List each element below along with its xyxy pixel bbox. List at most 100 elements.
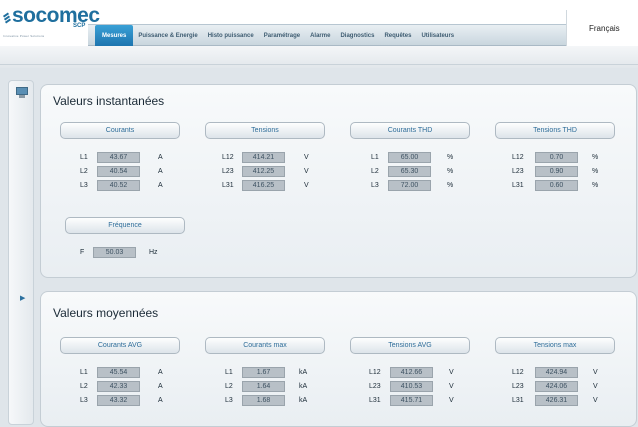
group-frequence-button[interactable]: Fréquence — [65, 217, 185, 234]
row-label: L23 — [369, 383, 381, 390]
unit-label: % — [447, 154, 454, 161]
row-label: L1 — [225, 369, 233, 376]
group-courants-thd-button[interactable]: Courants THD — [350, 122, 470, 139]
row-label: L2 — [371, 168, 379, 175]
row-label: L3 — [80, 182, 88, 189]
nav-histo-puissance[interactable]: Histo puissance — [203, 33, 259, 39]
row-label: L3 — [80, 397, 88, 404]
group-tensions-max-button[interactable]: Tensions max — [495, 337, 615, 354]
row-label: L1 — [80, 154, 88, 161]
unit-label: % — [447, 182, 454, 189]
value-field: 412.66 — [390, 367, 433, 378]
unit-label: V — [304, 154, 309, 161]
row-label: L12 — [222, 154, 234, 161]
unit-label: Hz — [149, 249, 158, 256]
group-tensions-avg-button[interactable]: Tensions AVG — [350, 337, 470, 354]
value-field: 1.68 — [242, 395, 285, 406]
main-nav: Mesures Puissance & Energie Histo puissa… — [88, 24, 566, 47]
unit-label: V — [304, 168, 309, 175]
row-label: L31 — [512, 182, 524, 189]
logo-suffix: SCP — [73, 23, 86, 29]
group-courants-avg-button[interactable]: Courants AVG — [60, 337, 180, 354]
value-field: 416.25 — [242, 180, 285, 191]
value-field: 424.06 — [535, 381, 578, 392]
value-field: 43.32 — [97, 395, 140, 406]
logo-tagline: Innovative Power Solutions — [3, 34, 45, 38]
unit-label: V — [449, 369, 454, 376]
value-field: 65.00 — [388, 152, 431, 163]
unit-label: kA — [299, 397, 308, 404]
unit-label: A — [158, 369, 163, 376]
row-label: L31 — [512, 397, 524, 404]
nav-puissance-energie[interactable]: Puissance & Energie — [133, 33, 202, 39]
unit-label: A — [158, 383, 163, 390]
unit-label: % — [592, 182, 599, 189]
main-content: ▶ Valeurs instantanées Courants L1 43.67… — [0, 68, 638, 427]
row-label: L2 — [225, 383, 233, 390]
row-label: L31 — [369, 397, 381, 404]
row-label: L1 — [80, 369, 88, 376]
unit-label: A — [158, 182, 163, 189]
average-values-panel: Valeurs moyennées Courants AVG L1 45.54 … — [40, 291, 637, 427]
row-label: L2 — [80, 168, 88, 175]
app-header: socomec SCP Innovative Power Solutions M… — [0, 0, 638, 68]
value-field: 1.64 — [242, 381, 285, 392]
group-tensions-button[interactable]: Tensions — [205, 122, 325, 139]
unit-label: V — [304, 182, 309, 189]
monitor-icon[interactable] — [16, 87, 28, 98]
row-label: F — [80, 249, 85, 256]
row-label: L31 — [222, 182, 234, 189]
group-courants-max-button[interactable]: Courants max — [205, 337, 325, 354]
value-field: 424.94 — [535, 367, 578, 378]
value-field: 43.67 — [97, 152, 140, 163]
value-field: 65.30 — [388, 166, 431, 177]
value-field: 1.67 — [242, 367, 285, 378]
row-label: L3 — [225, 397, 233, 404]
value-field: 50.03 — [93, 247, 136, 258]
unit-label: kA — [299, 369, 308, 376]
logo-mark-icon — [2, 12, 12, 24]
nav-parametrage[interactable]: Paramétrage — [259, 33, 305, 39]
value-field: 415.71 — [390, 395, 433, 406]
panel-title: Valeurs instantanées — [53, 94, 165, 108]
group-tensions-thd-button[interactable]: Tensions THD — [495, 122, 615, 139]
value-field: 410.53 — [390, 381, 433, 392]
unit-label: V — [449, 397, 454, 404]
group-courants-button[interactable]: Courants — [60, 122, 180, 139]
row-label: L23 — [512, 383, 524, 390]
unit-label: A — [158, 397, 163, 404]
value-field: 42.33 — [97, 381, 140, 392]
value-field: 414.21 — [242, 152, 285, 163]
unit-label: A — [158, 154, 163, 161]
nav-alarme[interactable]: Alarme — [305, 33, 335, 39]
sidebar: ▶ — [8, 80, 34, 425]
value-field: 0.70 — [535, 152, 578, 163]
value-field: 45.54 — [97, 367, 140, 378]
expand-arrow-icon[interactable]: ▶ — [20, 294, 25, 302]
nav-requetes[interactable]: Requêtes — [379, 33, 416, 39]
value-field: 0.60 — [535, 180, 578, 191]
row-label: L12 — [512, 369, 524, 376]
row-label: L12 — [512, 154, 524, 161]
unit-label: % — [592, 168, 599, 175]
socomec-logo[interactable]: socomec SCP Innovative Power Solutions — [2, 4, 100, 42]
unit-label: V — [449, 383, 454, 390]
nav-utilisateurs[interactable]: Utilisateurs — [416, 33, 459, 39]
value-field: 72.00 — [388, 180, 431, 191]
language-selector[interactable]: Français — [566, 10, 638, 46]
row-label: L23 — [512, 168, 524, 175]
nav-diagnostics[interactable]: Diagnostics — [335, 33, 379, 39]
row-label: L2 — [80, 383, 88, 390]
panel-title: Valeurs moyennées — [53, 306, 159, 320]
value-field: 412.25 — [242, 166, 285, 177]
unit-label: V — [593, 397, 598, 404]
nav-mesures[interactable]: Mesures — [95, 25, 134, 47]
unit-label: % — [592, 154, 599, 161]
logo-text: socomec — [12, 4, 100, 27]
value-field: 40.52 — [97, 180, 140, 191]
unit-label: A — [158, 168, 163, 175]
value-field: 0.90 — [535, 166, 578, 177]
value-field: 40.54 — [97, 166, 140, 177]
row-label: L12 — [369, 369, 381, 376]
unit-label: % — [447, 168, 454, 175]
